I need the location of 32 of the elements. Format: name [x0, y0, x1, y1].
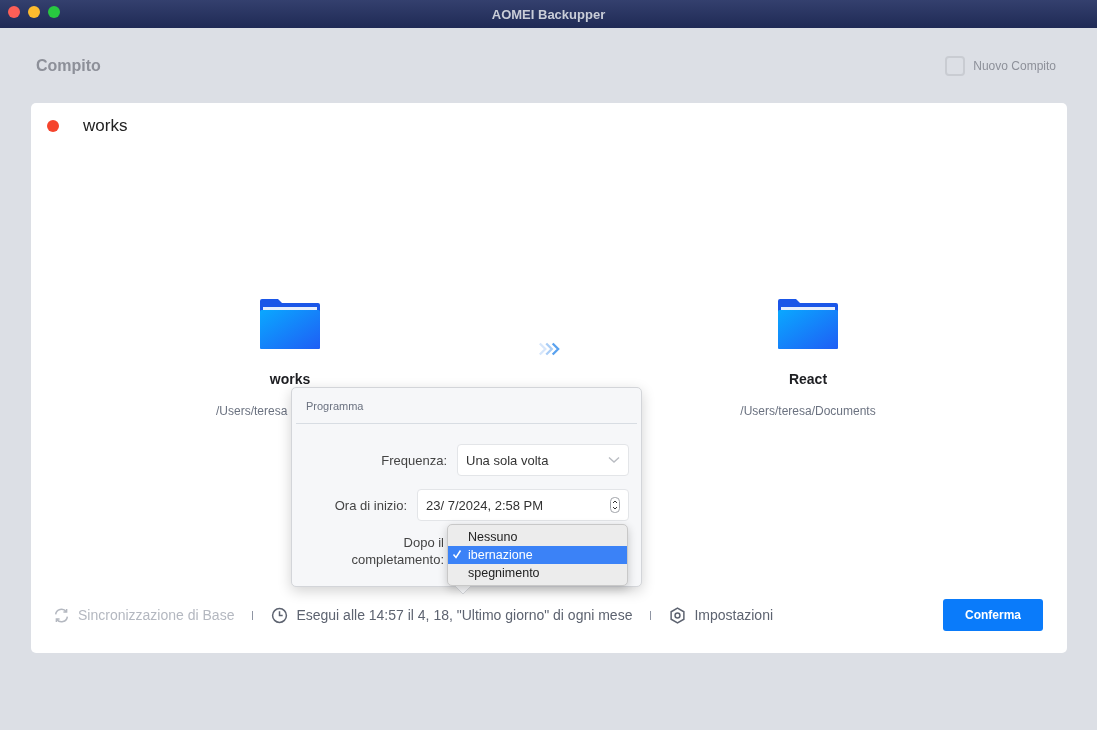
source-name: works	[269, 371, 311, 387]
schedule-button[interactable]: Esegui alle 14:57 il 4, 18, "Ultimo giorno" di ogni mese	[271, 606, 633, 624]
field-label: Dopo il completamento:	[350, 534, 444, 568]
chevrons-icon	[538, 342, 560, 356]
window-title: AOMEI Backupper	[491, 6, 606, 22]
destination-path: /Users/teresa/Documents	[740, 404, 876, 418]
destination-name: React	[788, 371, 828, 387]
close-button[interactable]	[8, 6, 20, 18]
task-name: works	[83, 116, 128, 136]
settings-button[interactable]: Impostazioni	[669, 606, 774, 624]
frequency-select[interactable]: Una sola volta	[457, 444, 629, 476]
menu-option[interactable]: ibernazione	[448, 546, 627, 564]
zoom-button[interactable]	[48, 6, 60, 18]
status-dot	[47, 120, 59, 132]
caret-icon	[608, 456, 620, 464]
sync-icon	[53, 606, 70, 624]
folder-icon	[778, 299, 838, 349]
stepper-icon	[610, 497, 620, 513]
confirm-button[interactable]: Conferma	[943, 599, 1043, 631]
clock-icon	[271, 606, 289, 624]
check-icon	[452, 549, 462, 559]
menu-option[interactable]: Nessuno	[448, 528, 627, 546]
page-title: Compito	[36, 56, 101, 75]
menu-option[interactable]: spegnimento	[448, 564, 627, 582]
settings-icon	[669, 606, 687, 624]
folder-icon	[260, 299, 320, 349]
minimize-button[interactable]	[28, 6, 40, 18]
field-label: Ora di inizio:	[334, 497, 407, 513]
popover-title: Programma	[306, 399, 364, 412]
field-label: Frequenza:	[381, 452, 447, 468]
start-time-field[interactable]: 23/ 7/2024, 2:58 PM	[417, 489, 629, 521]
source-path: /Users/teresa	[216, 404, 288, 418]
